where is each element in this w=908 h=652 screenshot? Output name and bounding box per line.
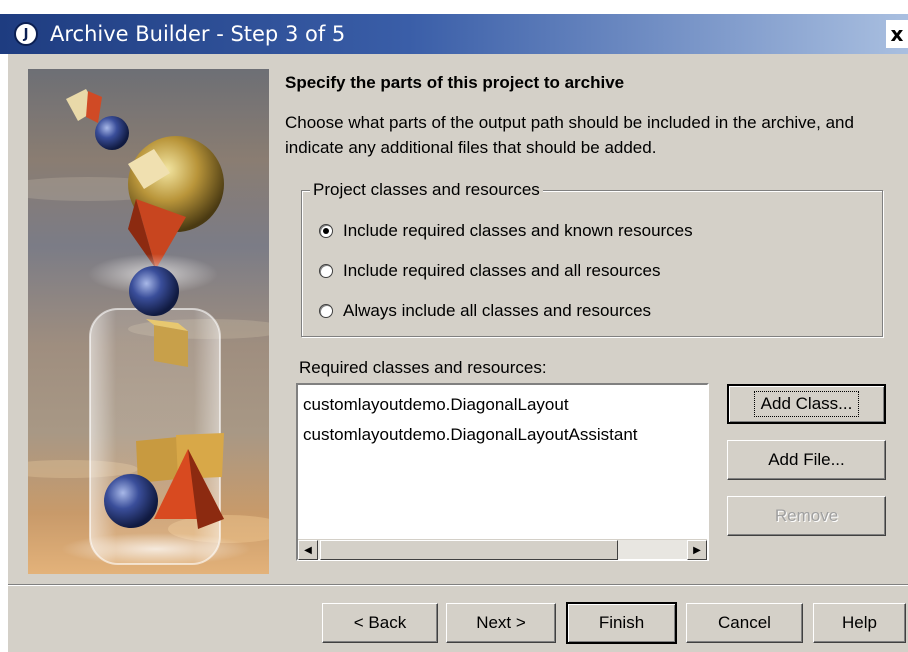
add-class-label: Add Class... xyxy=(753,391,860,417)
radio-label: Include required classes and all resourc… xyxy=(343,261,661,280)
window-title: Archive Builder - Step 3 of 5 xyxy=(50,22,346,46)
title-bar[interactable]: J Archive Builder - Step 3 of 5 x xyxy=(0,14,908,54)
add-file-button[interactable]: Add File... xyxy=(727,440,886,480)
page-description: Choose what parts of the output path sho… xyxy=(285,113,854,157)
radio-button-icon[interactable] xyxy=(319,224,333,238)
required-list-label: Required classes and resources: xyxy=(299,358,547,377)
horizontal-scrollbar[interactable]: ◀ ▶ xyxy=(298,539,707,560)
scrollbar-thumb[interactable] xyxy=(320,540,618,560)
dialog-body: Specify the parts of this project to arc… xyxy=(8,54,908,652)
back-label: < Back xyxy=(353,613,407,632)
radio-label: Include required classes and known resou… xyxy=(343,221,693,240)
list-item[interactable]: customlayoutdemo.DiagonalLayoutAssistant xyxy=(303,425,638,445)
illustration-art xyxy=(28,89,269,565)
back-button[interactable]: < Back xyxy=(322,603,438,643)
cancel-button[interactable]: Cancel xyxy=(686,603,803,643)
next-label: Next > xyxy=(476,613,526,632)
remove-button[interactable]: Remove xyxy=(727,496,886,536)
cancel-label: Cancel xyxy=(718,613,771,632)
radio-always-include[interactable]: Always include all classes and resources xyxy=(319,301,651,321)
archive-builder-window: J Archive Builder - Step 3 of 5 x Specif… xyxy=(0,0,908,652)
scroll-left-icon[interactable]: ◀ xyxy=(298,540,318,560)
group-title: Project classes and resources xyxy=(310,180,543,200)
remove-label: Remove xyxy=(774,506,839,525)
radio-known-resources[interactable]: Include required classes and known resou… xyxy=(319,221,693,241)
help-button[interactable]: Help xyxy=(813,603,906,643)
page-heading: Specify the parts of this project to arc… xyxy=(285,73,625,92)
radio-button-icon[interactable] xyxy=(319,264,333,278)
next-button[interactable]: Next > xyxy=(446,603,556,643)
wizard-illustration xyxy=(28,69,269,574)
list-item[interactable]: customlayoutdemo.DiagonalLayout xyxy=(303,395,569,415)
finish-label: Finish xyxy=(598,613,645,632)
radio-label: Always include all classes and resources xyxy=(343,301,652,320)
close-icon[interactable]: x xyxy=(886,20,908,48)
app-logo-icon: J xyxy=(14,22,38,46)
radio-button-icon[interactable] xyxy=(319,304,333,318)
footer-separator xyxy=(8,584,908,586)
finish-button[interactable]: Finish xyxy=(566,602,677,644)
radio-all-resources[interactable]: Include required classes and all resourc… xyxy=(319,261,661,281)
scroll-right-icon[interactable]: ▶ xyxy=(687,540,707,560)
help-label: Help xyxy=(842,613,877,632)
add-file-label: Add File... xyxy=(768,450,845,469)
add-class-button[interactable]: Add Class... xyxy=(727,384,886,424)
required-classes-list[interactable]: customlayoutdemo.DiagonalLayout customla… xyxy=(296,383,709,561)
